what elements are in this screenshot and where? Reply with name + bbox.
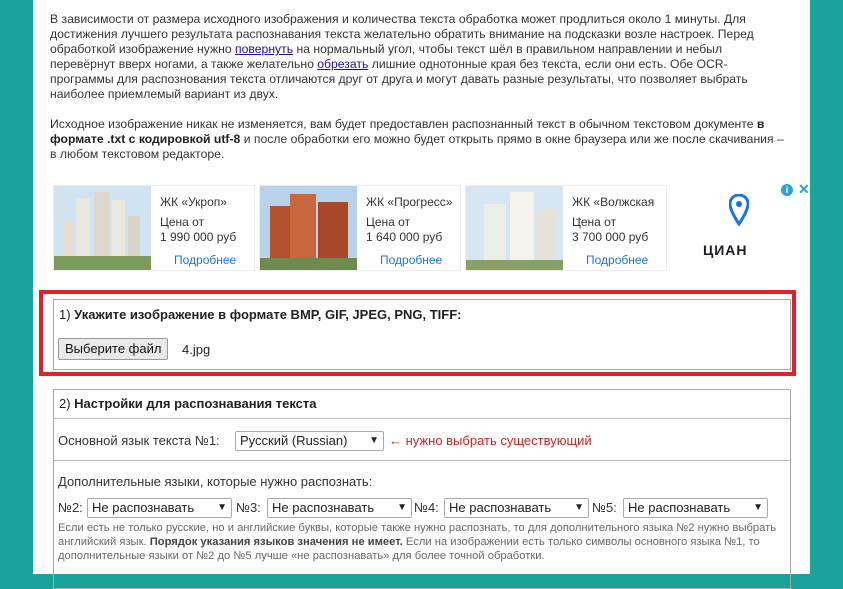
upload-section: 1) Укажите изображение в формате BMP, GI… (53, 299, 791, 370)
dropdown-arrow-icon: ▼ (753, 502, 763, 513)
cian-logo[interactable]: ЦИАН (681, 182, 793, 270)
ad-title: ЖК «Прогресс» (366, 195, 453, 209)
intro-paragraph-2: Исходное изображение никак не изменяется… (50, 117, 784, 161)
ad-photo-building (260, 186, 357, 270)
extra-language-4-label: №4: (414, 500, 439, 515)
settings-section-title: 2) Настройки для распознавания текста (59, 396, 317, 411)
ad-price: 1 640 000 руб (366, 230, 443, 244)
ad-more-link[interactable]: Подробнее (380, 253, 442, 267)
page-content: В зависимости от размера исходного изобр… (33, 0, 810, 589)
extra-language-5-select[interactable]: Не распознавать ▼ (623, 498, 768, 518)
adchoices-icon[interactable]: i (781, 184, 793, 196)
main-language-select[interactable]: Русский (Russian) ▼ (235, 431, 384, 451)
ad-title: ЖК «Укроп» (160, 195, 227, 209)
main-language-hint: ← нужно выбрать существующий (389, 433, 592, 448)
ad-price-label: Цена от (572, 215, 617, 229)
selected-file-name: 4.jpg (182, 342, 211, 357)
upload-section-title: 1) Укажите изображение в формате BMP, GI… (59, 307, 462, 322)
extra-language-2-select[interactable]: Не распознавать ▼ (87, 498, 232, 518)
main-language-label: Основной язык текста №1: (58, 433, 220, 448)
ad-card-volzhskaya[interactable]: ЖК «Волжская ... Цена от 3 700 000 руб П… (465, 185, 667, 271)
intro-paragraph-1: В зависимости от размера исходного изобр… (50, 12, 754, 101)
ad-price: 1 990 000 руб (160, 230, 237, 244)
dropdown-arrow-icon: ▼ (574, 502, 584, 513)
ad-more-link[interactable]: Подробнее (586, 253, 648, 267)
crop-link[interactable]: обрезать (317, 57, 368, 71)
ad-photo-building (466, 186, 563, 270)
extra-language-3-label: №3: (236, 500, 261, 515)
divider (54, 460, 790, 461)
extra-languages-label: Дополнительные языки, которые нужно расп… (58, 474, 373, 489)
dropdown-arrow-icon: ▼ (369, 435, 379, 446)
settings-section: 2) Настройки для распознавания текста Ос… (53, 389, 791, 589)
extra-language-4-select[interactable]: Не распознавать ▼ (444, 498, 589, 518)
map-pin-icon (729, 194, 749, 227)
languages-note: Если есть не только русские, но и англий… (58, 522, 777, 562)
extra-language-2-label: №2: (58, 500, 83, 515)
ad-price-label: Цена от (366, 215, 411, 229)
extra-language-3-select[interactable]: Не распознавать ▼ (267, 498, 412, 518)
dropdown-arrow-icon: ▼ (397, 502, 407, 513)
ad-price: 3 700 000 руб (572, 230, 649, 244)
ad-more-link[interactable]: Подробнее (174, 253, 236, 267)
divider (54, 418, 790, 419)
cian-logo-text: ЦИАН (703, 242, 748, 258)
choose-file-button[interactable]: Выберите файл (58, 338, 169, 360)
ad-photo-building (54, 186, 151, 270)
close-icon[interactable]: ✕ (798, 181, 810, 198)
extra-language-5-label: №5: (592, 500, 617, 515)
ad-card-ukrop[interactable]: ЖК «Укроп» Цена от 1 990 000 руб Подробн… (53, 185, 255, 271)
dropdown-arrow-icon: ▼ (217, 502, 227, 513)
ad-card-progress[interactable]: ЖК «Прогресс» Цена от 1 640 000 руб Подр… (259, 185, 461, 271)
ad-price-label: Цена от (160, 215, 205, 229)
intro-text: В зависимости от размера исходного изобр… (50, 12, 785, 177)
rotate-link[interactable]: повернуть (235, 42, 293, 56)
ad-banner[interactable]: ЖК «Укроп» Цена от 1 990 000 руб Подробн… (53, 181, 810, 271)
